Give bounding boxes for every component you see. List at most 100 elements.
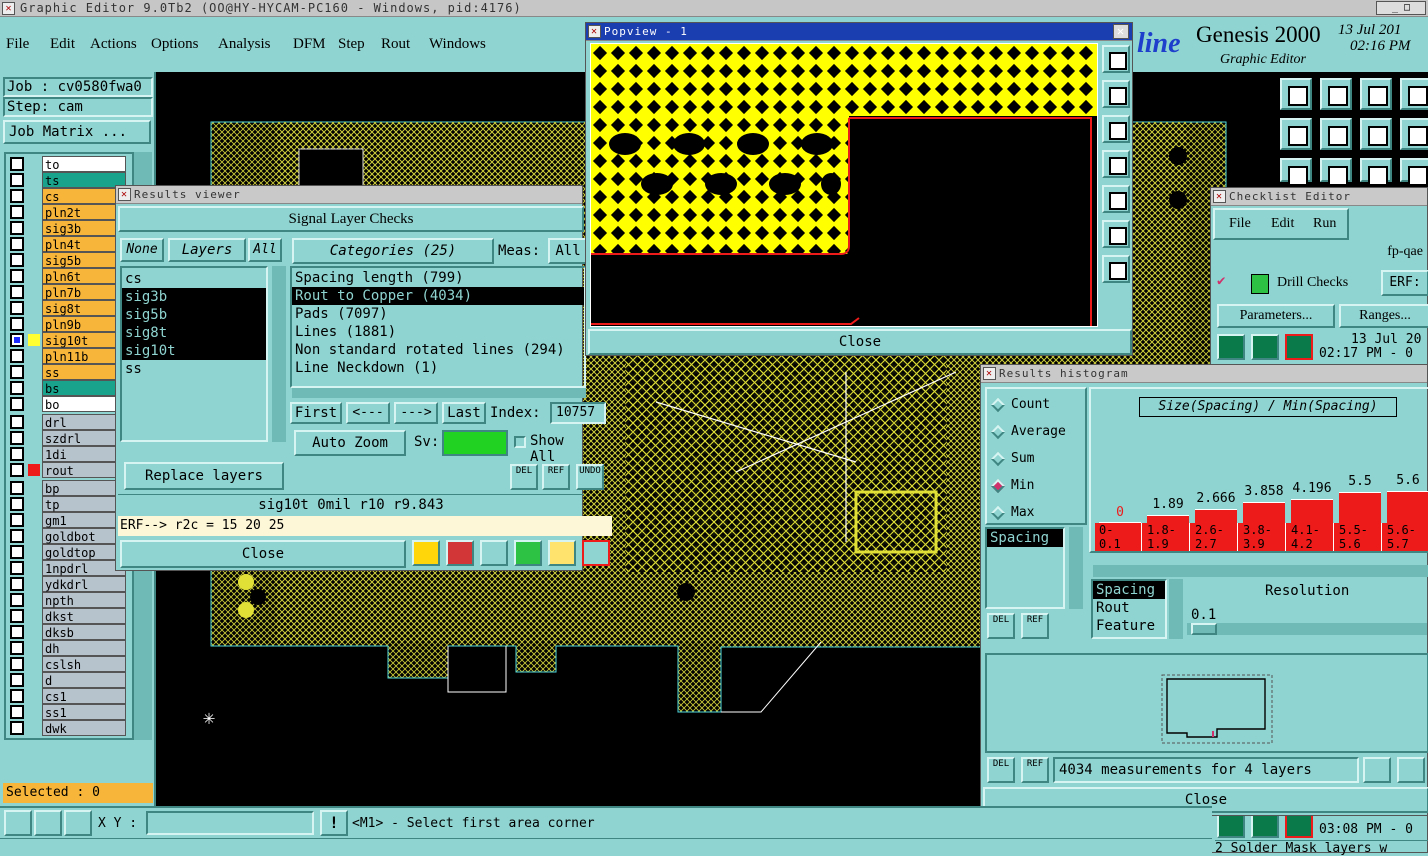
measure-icon[interactable] — [34, 810, 62, 836]
histogram-export-icon[interactable] — [1363, 757, 1391, 783]
radio-indicator[interactable] — [990, 397, 1006, 412]
tool-button-11[interactable] — [1360, 158, 1392, 186]
layer-row-goldtop[interactable]: goldtop — [10, 544, 126, 560]
layer-checkbox[interactable] — [10, 205, 24, 219]
layer-row-1npdrl[interactable]: 1npdrl — [10, 560, 126, 576]
layer-checkbox[interactable] — [10, 333, 24, 347]
popview-close-button[interactable]: Close — [588, 329, 1132, 355]
prev-button[interactable]: <--- — [346, 402, 390, 424]
layer-name[interactable]: sig8t — [42, 300, 126, 316]
result-layer-item[interactable]: ss — [122, 360, 266, 378]
run-icon-2[interactable] — [1251, 334, 1279, 360]
categories-button[interactable]: Categories (25) — [292, 238, 494, 264]
layer-name[interactable]: gm1 — [42, 512, 126, 528]
category-item[interactable]: Lines (1881) — [292, 323, 584, 341]
layer-color-swatch[interactable] — [28, 722, 40, 734]
layer-row-dh[interactable]: dh — [10, 640, 126, 656]
category-item[interactable]: Non standard rotated lines (294) — [292, 341, 584, 359]
layer-color-swatch[interactable] — [28, 674, 40, 686]
category-list[interactable]: Spacing length (799) Rout to Copper (4034… — [290, 266, 586, 388]
layer-row-cslsh[interactable]: cslsh — [10, 656, 126, 672]
sort-scrollbar[interactable] — [1169, 579, 1183, 639]
layer-checkbox[interactable] — [10, 625, 24, 639]
histogram-bar[interactable] — [1195, 509, 1237, 523]
result-layer-scrollbar[interactable] — [272, 266, 286, 442]
sort-item[interactable]: Feature — [1093, 617, 1165, 635]
histogram-bin[interactable]: 5.5- 5.6 — [1335, 523, 1382, 551]
popview-zoom-fit[interactable] — [1102, 220, 1130, 248]
menu-options[interactable]: Options — [151, 36, 199, 53]
popview-tool-5[interactable] — [1102, 185, 1130, 213]
mode-radio-sum[interactable]: Sum — [990, 449, 1034, 469]
tool-button-10[interactable] — [1320, 158, 1352, 186]
tool-icon-1[interactable] — [412, 540, 440, 566]
first-button[interactable]: First — [290, 402, 342, 424]
popview-tool-4[interactable] — [1102, 150, 1130, 178]
undo-button[interactable]: UNDO — [576, 464, 604, 490]
layer-row-pln6t[interactable]: pln6t — [10, 268, 126, 284]
layer-checkbox[interactable] — [10, 269, 24, 283]
histogram-del-button[interactable]: DEL — [987, 613, 1015, 639]
layer-name[interactable]: npth — [42, 592, 126, 608]
layer-name[interactable]: bo — [42, 396, 126, 412]
layer-row-pln4t[interactable]: pln4t — [10, 236, 126, 252]
layer-checkbox[interactable] — [10, 609, 24, 623]
layer-checkbox[interactable] — [10, 593, 24, 607]
category-item[interactable]: Line Neckdown (1) — [292, 359, 584, 377]
erf-button[interactable]: ERF: — [1381, 270, 1428, 296]
tool-button-4[interactable] — [1400, 78, 1428, 110]
layer-color-swatch[interactable] — [28, 222, 40, 234]
layer-row-sig5b[interactable]: sig5b — [10, 252, 126, 268]
layer-row-bp[interactable]: bp — [10, 480, 126, 496]
layer-row-gm1[interactable]: gm1 — [10, 512, 126, 528]
tool-button-1[interactable] — [1280, 78, 1312, 110]
layer-name[interactable]: bp — [42, 480, 126, 496]
layer-name[interactable]: tp — [42, 496, 126, 512]
meas-dropdown[interactable]: All — [548, 238, 588, 264]
layer-color-swatch[interactable] — [28, 238, 40, 250]
histogram-bin[interactable]: 0- 0.1 — [1095, 523, 1142, 551]
radio-indicator[interactable] — [990, 451, 1006, 466]
window-controls[interactable]: _ □ — [1376, 1, 1426, 15]
layer-color-swatch[interactable] — [28, 498, 40, 510]
histogram-bar[interactable] — [1147, 514, 1189, 523]
tool-icon-3[interactable] — [480, 540, 508, 566]
layer-row-ss[interactable]: ss — [10, 364, 126, 380]
result-layer-item[interactable]: sig10t — [122, 342, 266, 360]
layer-name[interactable]: dh — [42, 640, 126, 656]
layer-row-to[interactable]: to — [10, 156, 126, 172]
layer-color-swatch[interactable] — [28, 562, 40, 574]
layer-row-1di[interactable]: 1di — [10, 446, 126, 462]
layer-name[interactable]: bs — [42, 380, 126, 396]
layer-checkbox[interactable] — [10, 397, 24, 411]
layer-checkbox[interactable] — [10, 381, 24, 395]
measure-scrollbar[interactable] — [1069, 527, 1083, 609]
layer-color-swatch[interactable] — [28, 432, 40, 444]
mode-radio-max[interactable]: Max — [990, 503, 1034, 523]
grid-icon[interactable] — [64, 810, 92, 836]
job-matrix-button[interactable]: Job Matrix ... — [3, 120, 151, 144]
tool-icon-2[interactable] — [446, 540, 474, 566]
layer-checkbox[interactable] — [10, 349, 24, 363]
layer-name[interactable]: ydkdrl — [42, 576, 126, 592]
layer-checkbox[interactable] — [10, 285, 24, 299]
histogram-icon[interactable] — [582, 540, 610, 566]
layer-color-swatch[interactable] — [28, 190, 40, 202]
layer-checkbox[interactable] — [10, 221, 24, 235]
popview-tool-3[interactable] — [1102, 115, 1130, 143]
layer-color-swatch[interactable] — [28, 366, 40, 378]
resolution-slider-thumb[interactable] — [1191, 623, 1217, 635]
tool-button-9[interactable] — [1280, 158, 1312, 186]
layer-name[interactable]: ss — [42, 364, 126, 380]
layer-name[interactable]: sig10t — [42, 332, 126, 348]
layer-color-swatch[interactable] — [28, 334, 40, 346]
layer-color-swatch[interactable] — [28, 594, 40, 606]
menu-windows[interactable]: Windows — [429, 36, 486, 53]
layer-color-swatch[interactable] — [28, 254, 40, 266]
layer-checkbox[interactable] — [10, 431, 24, 445]
layer-color-swatch[interactable] — [28, 658, 40, 670]
layer-name[interactable]: drl — [42, 414, 126, 430]
layer-color-swatch[interactable] — [28, 318, 40, 330]
layer-checkbox[interactable] — [10, 253, 24, 267]
layer-name[interactable]: sig3b — [42, 220, 126, 236]
